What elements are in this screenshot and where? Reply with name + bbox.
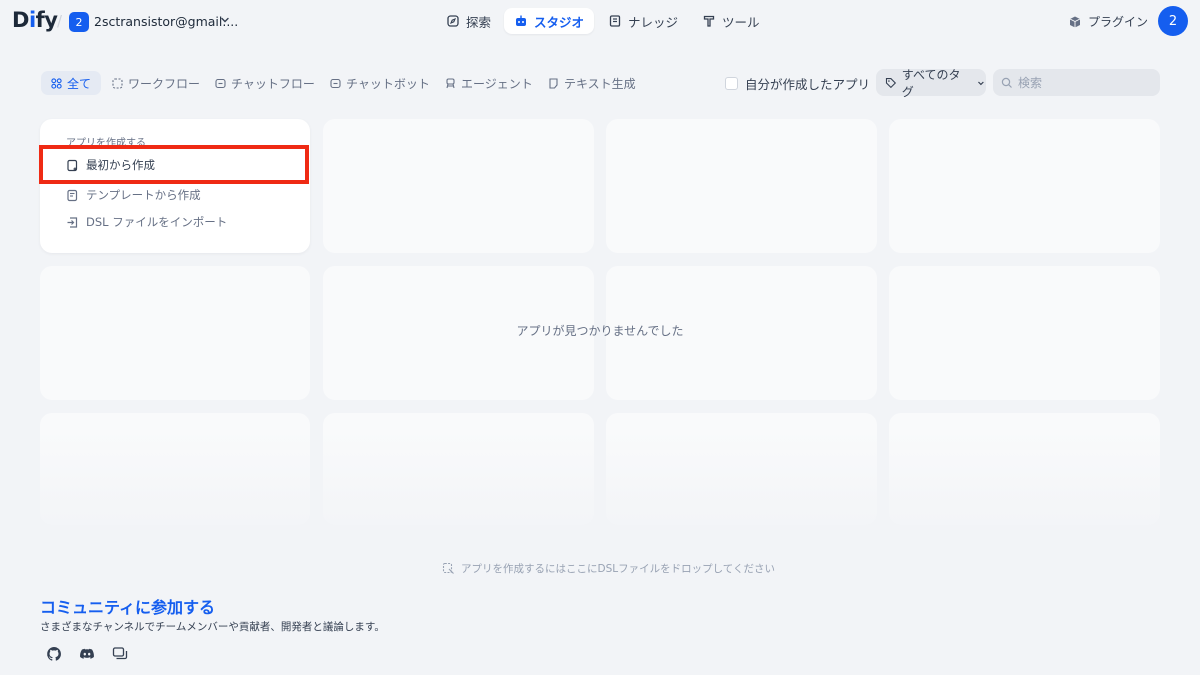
agent-icon — [446, 77, 455, 88]
community-title: コミュニティに参加する — [40, 598, 216, 617]
empty-state-message: アプリが見つかりませんでした — [516, 324, 684, 338]
robot-icon — [516, 15, 526, 26]
discord-icon — [80, 648, 94, 659]
drop-hint: アプリを作成するにはここにDSLファイルをドロップしてください — [442, 561, 775, 576]
filter-chatflow[interactable]: チャットフロー — [205, 71, 325, 95]
search-box[interactable] — [993, 69, 1160, 96]
filter-agent[interactable]: エージェント — [435, 71, 543, 95]
highlight-box — [39, 145, 309, 184]
nav-tools[interactable]: ツール — [692, 8, 770, 34]
community-subtitle: さまざまなチャンネルでチームメンバーや貢献者、開発者と議論します。 — [40, 621, 385, 633]
hammer-icon — [703, 15, 715, 27]
workspace-name[interactable]: 2sctransistor@gmail.... — [94, 14, 238, 29]
dify-logo[interactable]: Dify — [12, 8, 58, 32]
forum-link[interactable] — [112, 646, 130, 664]
filter-text-generation[interactable]: テキスト生成 — [538, 71, 646, 95]
discord-link[interactable] — [79, 646, 97, 664]
nav-studio[interactable]: スタジオ — [504, 8, 595, 34]
cube-icon — [1069, 16, 1081, 27]
my-apps-toggle[interactable]: 自分が作成したアプリ — [725, 74, 870, 93]
plugins-button[interactable]: プラグイン — [1068, 13, 1148, 30]
top-header: Dify / 2 2sctransistor@gmail.... 探索 スタジオ… — [0, 0, 1200, 44]
separator-slash: / — [57, 12, 63, 30]
nav-knowledge[interactable]: ナレッジ — [598, 8, 688, 34]
compass-icon — [447, 15, 459, 27]
template-icon — [67, 189, 78, 201]
filter-chatbot[interactable]: チャットボット — [320, 71, 440, 95]
github-icon — [47, 647, 61, 661]
placeholder-card — [323, 119, 594, 253]
placeholder-card — [889, 119, 1160, 253]
search-icon — [1001, 77, 1012, 88]
chevron-down-icon[interactable] — [219, 14, 231, 26]
forum-icon — [112, 647, 128, 660]
import-dsl-file[interactable]: DSL ファイルをインポート — [66, 214, 227, 230]
fade-overlay — [0, 430, 1200, 540]
search-input[interactable] — [1018, 75, 1148, 90]
chevron-down-icon — [978, 81, 984, 85]
chatflow-icon — [215, 78, 226, 88]
workflow-icon — [112, 77, 123, 89]
github-link[interactable] — [46, 646, 64, 664]
text-generation-icon — [549, 77, 558, 89]
tag-filter-select[interactable]: すべてのタグ — [876, 68, 986, 99]
filter-workflow[interactable]: ワークフロー — [102, 71, 210, 95]
nav-explore[interactable]: 探索 — [436, 8, 501, 34]
user-avatar[interactable]: 2 — [1158, 6, 1188, 36]
grid-icon — [51, 77, 62, 89]
book-icon — [609, 15, 621, 27]
create-app-card: アプリを作成する 最初から作成 テンプレートから作成 DSL ファイルをインポー… — [40, 119, 310, 253]
workspace-badge[interactable]: 2 — [69, 12, 89, 32]
tag-icon — [885, 77, 897, 88]
chatbot-icon — [330, 78, 341, 88]
placeholder-card — [606, 119, 877, 253]
create-from-template[interactable]: テンプレートから作成 — [66, 187, 201, 203]
import-icon — [67, 216, 78, 228]
filter-all[interactable]: 全て — [41, 71, 102, 95]
file-drop-icon — [442, 562, 454, 574]
my-apps-checkbox[interactable] — [725, 77, 738, 90]
